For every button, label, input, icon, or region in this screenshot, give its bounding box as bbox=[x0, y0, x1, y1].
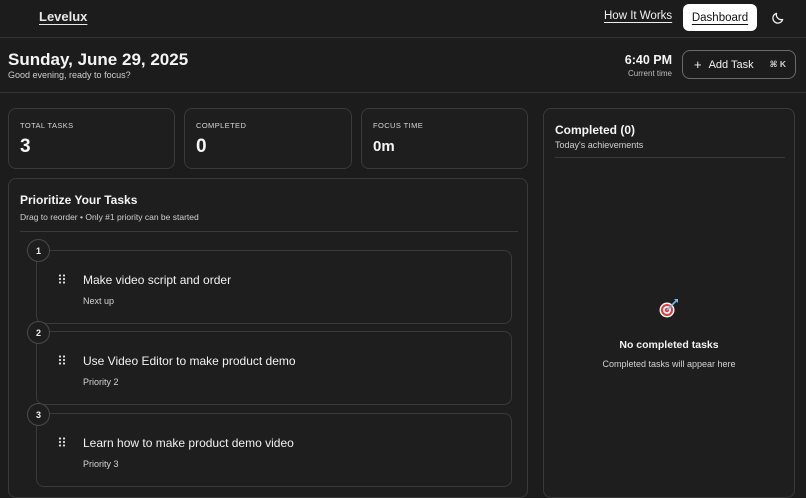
task-status: Priority 2 bbox=[83, 377, 119, 387]
task-title: Use Video Editor to make product demo bbox=[83, 354, 296, 368]
task-status: Next up bbox=[83, 296, 115, 306]
panel-title: Prioritize Your Tasks bbox=[20, 193, 138, 207]
task-card[interactable]: Learn how to make product demo video Pri… bbox=[36, 413, 512, 487]
drag-handle-icon[interactable] bbox=[58, 352, 66, 365]
logo[interactable]: Levelux bbox=[39, 9, 87, 24]
priority-badge: 2 bbox=[27, 321, 50, 344]
stat-value: 3 bbox=[20, 136, 31, 157]
priority-badge: 1 bbox=[27, 239, 50, 262]
priority-badge: 3 bbox=[27, 403, 50, 426]
add-task-label: Add Task bbox=[708, 58, 754, 71]
target-icon bbox=[658, 297, 680, 319]
stat-card-focus-time: FOCUS TIME 0m bbox=[361, 108, 528, 169]
stat-value: 0 bbox=[196, 136, 207, 157]
empty-state-subtitle: Completed tasks will appear here bbox=[602, 359, 736, 369]
task-status: Priority 3 bbox=[83, 459, 119, 469]
drag-handle-icon[interactable] bbox=[58, 271, 66, 284]
completed-panel: Completed (0) Today's achievements No co… bbox=[543, 108, 795, 498]
task-card[interactable]: Make video script and order Next up bbox=[36, 250, 512, 324]
add-task-button[interactable]: + Add Task ⌘ K bbox=[682, 50, 796, 79]
stat-card-completed: COMPLETED 0 bbox=[184, 108, 352, 169]
empty-state-title: No completed tasks bbox=[619, 339, 719, 351]
task-title: Learn how to make product demo video bbox=[83, 436, 294, 450]
divider bbox=[20, 231, 518, 232]
task-title: Make video script and order bbox=[83, 273, 232, 287]
header: Sunday, June 29, 2025 Good evening, read… bbox=[0, 39, 806, 93]
shortcut-hint: ⌘ K bbox=[769, 59, 787, 69]
task-card[interactable]: Use Video Editor to make product demo Pr… bbox=[36, 331, 512, 405]
prioritize-panel: Prioritize Your Tasks Drag to reorder • … bbox=[8, 178, 528, 498]
greeting-text: Good evening, ready to focus? bbox=[8, 70, 131, 80]
stat-label: FOCUS TIME bbox=[373, 121, 424, 130]
page-title: Sunday, June 29, 2025 bbox=[8, 50, 189, 69]
panel-title: Completed (0) bbox=[555, 123, 636, 137]
plus-icon: + bbox=[694, 57, 702, 72]
dashboard-button[interactable]: Dashboard bbox=[683, 4, 757, 31]
panel-subtitle: Today's achievements bbox=[555, 140, 644, 150]
moon-icon[interactable] bbox=[771, 11, 785, 25]
clock-label: Current time bbox=[627, 69, 672, 78]
panel-subtitle: Drag to reorder • Only #1 priority can b… bbox=[20, 212, 199, 222]
divider bbox=[555, 157, 785, 158]
stat-card-total-tasks: TOTAL TASKS 3 bbox=[8, 108, 175, 169]
clock-time: 6:40 PM bbox=[624, 53, 672, 67]
drag-handle-icon[interactable] bbox=[58, 434, 66, 447]
stat-label: COMPLETED bbox=[196, 121, 247, 130]
stat-value: 0m bbox=[373, 138, 395, 155]
top-nav: Levelux How It Works Dashboard bbox=[0, 0, 806, 38]
stat-label: TOTAL TASKS bbox=[20, 121, 74, 130]
how-it-works-link[interactable]: How It Works bbox=[604, 10, 672, 22]
clock: 6:40 PM Current time bbox=[625, 53, 672, 78]
